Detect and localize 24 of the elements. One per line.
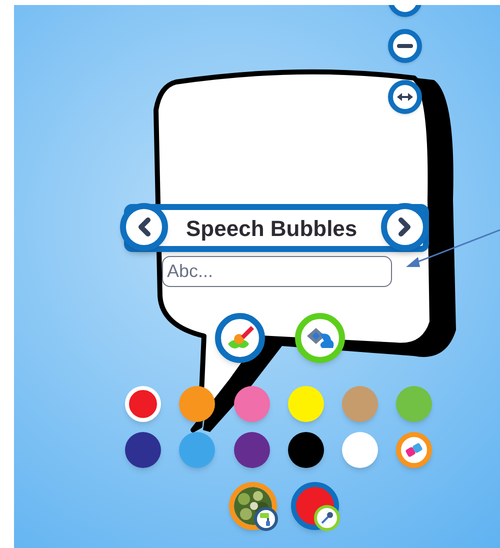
eraser-button[interactable]	[396, 432, 432, 468]
color-swatch[interactable]	[288, 386, 324, 422]
chevron-left-icon	[137, 217, 151, 237]
category-title: Speech Bubbles	[186, 214, 358, 243]
zoom-out-button[interactable]	[388, 29, 422, 63]
eyedropper-icon	[314, 505, 340, 531]
color-swatch[interactable]	[288, 432, 324, 468]
color-swatch[interactable]	[179, 432, 215, 468]
minus-icon	[397, 43, 413, 49]
color-swatch[interactable]	[125, 432, 161, 468]
color-swatch[interactable]	[179, 386, 215, 422]
color-swatch[interactable]	[396, 386, 432, 422]
color-swatch[interactable]	[125, 386, 161, 422]
color-swatch[interactable]	[234, 386, 270, 422]
double-arrow-icon	[396, 92, 414, 102]
color-swatch[interactable]	[234, 432, 270, 468]
eraser-icon	[404, 442, 424, 458]
color-fill-button[interactable]	[291, 482, 339, 530]
chevron-right-icon	[398, 217, 412, 237]
text-input-field[interactable]: Abc...	[162, 256, 392, 287]
paint-roller-icon	[254, 507, 278, 531]
color-swatch[interactable]	[342, 432, 378, 468]
texture-button[interactable]	[229, 482, 277, 530]
color-swatch[interactable]	[342, 386, 378, 422]
